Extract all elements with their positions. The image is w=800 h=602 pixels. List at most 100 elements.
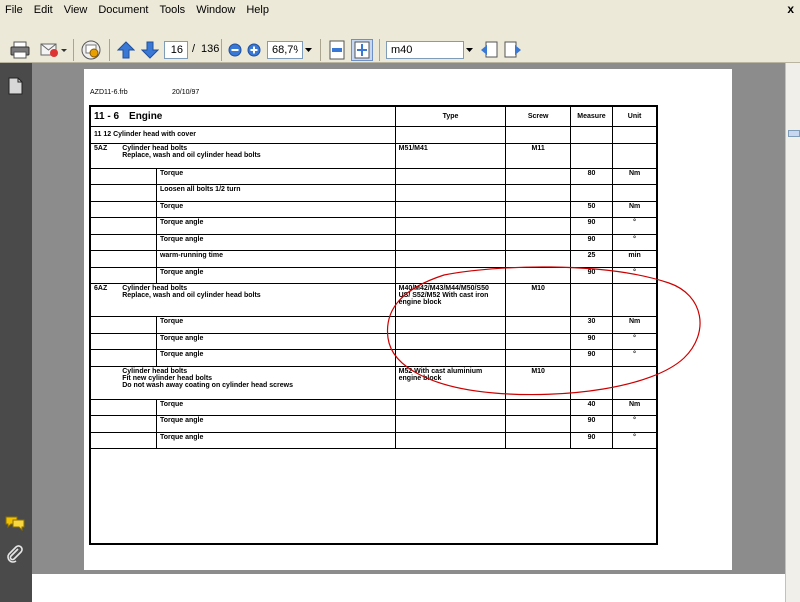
unit-cell: Nm [612, 167, 658, 185]
table-row: Torque angle 90 ° [89, 233, 658, 251]
comments-icon[interactable] [5, 515, 25, 536]
menu-tools[interactable]: Tools [160, 4, 186, 16]
unit-cell: ° [612, 233, 658, 251]
review-icon[interactable] [79, 38, 103, 62]
table-row: Torque 80 Nm [89, 167, 658, 185]
zoom-in-icon[interactable] [246, 42, 262, 58]
type-cell: M51/M41 [394, 142, 507, 169]
measure-cell: 80 [569, 167, 614, 185]
empty-filler-row [90, 449, 657, 545]
step-label: Torque [155, 167, 396, 185]
document-viewport[interactable]: AZD11-6.frb 20/10/97 11 - 6 Engine Type S… [32, 63, 785, 574]
unit-cell: ° [612, 431, 658, 449]
horizontal-scroll-area [32, 574, 785, 602]
column-header-unit: Unit [612, 105, 658, 127]
measure-cell: 40 [569, 398, 614, 416]
unit-cell: Nm [612, 200, 658, 218]
menu-bar: File Edit View Document Tools Window Hel… [0, 0, 800, 19]
description-line: Cylinder head bolts [122, 285, 188, 292]
measure-cell: 90 [569, 217, 614, 235]
close-document-button[interactable]: x [787, 2, 794, 16]
group-description: Cylinder head bolts Replace, wash and oi… [119, 142, 396, 169]
description-line: Fit new cylinder head bolts [122, 374, 213, 382]
navigation-panel [0, 63, 32, 602]
attachments-icon[interactable] [6, 545, 24, 568]
menu-file[interactable]: File [5, 4, 23, 16]
unit-cell [612, 184, 658, 202]
group-code: 5AZ [89, 142, 120, 169]
measure-cell: 90 [569, 233, 614, 251]
search-input[interactable] [386, 41, 464, 59]
measure-cell: 50 [569, 200, 614, 218]
step-label: Torque angle [155, 349, 396, 367]
step-label: Torque [155, 316, 396, 334]
column-header-screw: Screw [505, 105, 571, 127]
step-label: Torque [155, 398, 396, 416]
search-next-icon[interactable] [503, 40, 523, 60]
table-row: 5AZ Cylinder head bolts Replace, wash an… [89, 142, 658, 169]
email-icon[interactable] [38, 39, 68, 61]
table-row: Torque 50 Nm [89, 200, 658, 218]
step-label: Torque angle [155, 266, 396, 284]
step-label: Torque angle [155, 217, 396, 235]
table-header-row: 11 - 6 Engine Type Screw Measure Unit [89, 105, 658, 127]
step-label: Torque angle [155, 332, 396, 350]
group-code: 6AZ [89, 283, 120, 317]
step-label: warm-running time [155, 250, 396, 268]
description-line: Replace, wash and oil cylinder head bolt… [122, 292, 261, 299]
document-date: 20/10/97 [172, 89, 200, 96]
table-row: Torque angle 90 ° [89, 431, 658, 449]
fit-page-icon[interactable] [351, 39, 373, 61]
measure-cell: 90 [569, 415, 614, 433]
menu-edit[interactable]: Edit [34, 4, 53, 16]
printer-icon[interactable] [9, 39, 31, 61]
section-code: 11 - 6 [94, 110, 120, 122]
measure-cell: 90 [569, 431, 614, 449]
step-label: Torque angle [155, 415, 396, 433]
table-row: Torque angle 90 ° [89, 217, 658, 235]
step-label: Torque angle [155, 233, 396, 251]
red-annotation-ellipse [386, 266, 701, 396]
unit-cell: ° [612, 415, 658, 433]
description-line: Cylinder head bolts [122, 144, 188, 152]
table-row: Torque angle 90 ° [89, 415, 658, 433]
zoom-level-input[interactable] [267, 41, 303, 59]
pages-panel-icon[interactable] [8, 77, 23, 100]
column-header-measure: Measure [569, 105, 614, 127]
zoom-out-icon[interactable] [227, 42, 243, 58]
group-code [89, 365, 120, 400]
menu-help[interactable]: Help [246, 4, 269, 16]
document-filename: AZD11-6.frb [90, 89, 128, 96]
screw-cell: M11 [505, 142, 571, 169]
table-row: Torque 40 Nm [89, 398, 658, 416]
unit-cell: ° [612, 217, 658, 235]
vertical-scrollbar[interactable] [785, 63, 800, 602]
unit-cell: Nm [612, 398, 658, 416]
step-label: Loosen all bolts 1/2 turn [155, 184, 396, 202]
table-row: Loosen all bolts 1/2 turn [89, 184, 658, 202]
zoom-dropdown-chevron-down-icon[interactable] [303, 41, 314, 59]
step-label: Torque [155, 200, 396, 218]
description-line: Replace, wash and oil cylinder head bolt… [122, 151, 261, 159]
section-title: 11 - 6 Engine [89, 105, 396, 127]
group-title-row: 11 12 Cylinder head with cover [89, 125, 658, 144]
search-previous-icon[interactable] [479, 40, 499, 60]
description-line: Cylinder head bolts [122, 367, 188, 375]
menu-window[interactable]: Window [196, 4, 235, 16]
page-number-input[interactable] [164, 41, 188, 59]
menu-document[interactable]: Document [98, 4, 148, 16]
group-description: Cylinder head bolts Replace, wash and oi… [119, 283, 396, 317]
next-page-icon[interactable] [140, 40, 160, 60]
search-dropdown-chevron-down-icon[interactable] [464, 41, 475, 59]
previous-page-icon[interactable] [116, 40, 136, 60]
menu-view[interactable]: View [64, 4, 88, 16]
page-separator: / [192, 43, 196, 55]
page-total: 136 [201, 43, 220, 55]
group-title: 11 12 Cylinder head with cover [89, 125, 396, 144]
scrollbar-thumb[interactable] [788, 130, 800, 137]
step-label: Torque angle [155, 431, 396, 449]
pdf-page: AZD11-6.frb 20/10/97 11 - 6 Engine Type S… [84, 69, 732, 570]
description-line: Do not wash away coating on cylinder hea… [122, 381, 293, 389]
column-header-type: Type [394, 105, 507, 127]
fit-width-icon[interactable] [327, 39, 347, 61]
